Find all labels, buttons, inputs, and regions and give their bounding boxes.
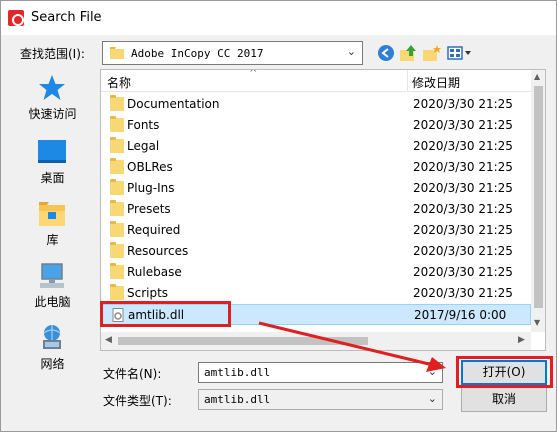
annotation-arrow-icon: [258, 321, 446, 372]
search-file-dialog: Search File 查找范围(I): Adobe InCopy CC 201…: [0, 0, 557, 432]
